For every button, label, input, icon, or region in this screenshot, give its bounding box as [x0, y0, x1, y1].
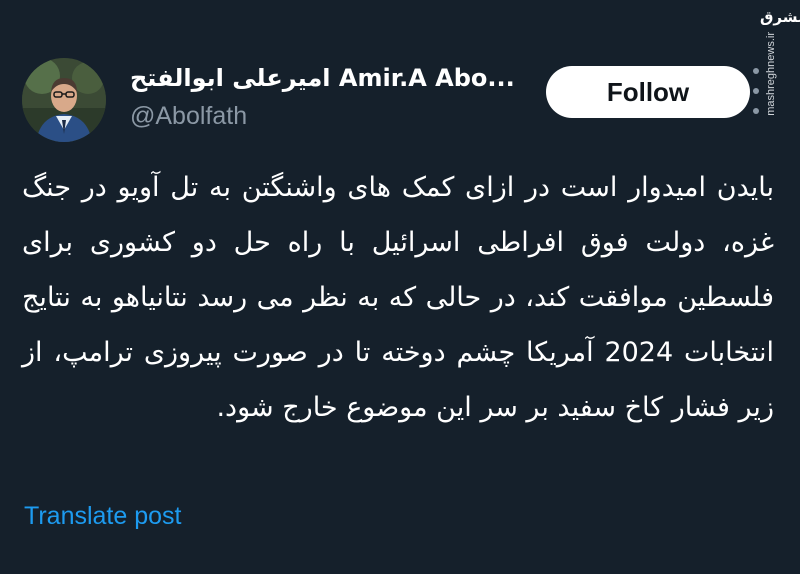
more-dot: [753, 68, 759, 74]
translate-post-link[interactable]: Translate post: [24, 502, 181, 531]
follow-button[interactable]: Follow: [546, 66, 750, 118]
more-dot: [753, 88, 759, 94]
avatar[interactable]: [22, 58, 106, 142]
display-name[interactable]: امیرعلی ابوالفتح Amir.A Abo...: [130, 64, 540, 92]
user-handle[interactable]: @Abolfath: [130, 102, 247, 131]
watermark-logo: مشرق: [760, 8, 800, 26]
tweet-text: بایدن امیدوار است در ازای کمک های واشنگت…: [22, 172, 774, 423]
more-options-icon[interactable]: [748, 68, 764, 114]
avatar-image: [22, 58, 106, 142]
watermark: مشرق mashreghnews.ir: [760, 8, 800, 128]
tweet-header: امیرعلی ابوالفتح Amir.A Abo... @Abolfath…: [22, 58, 750, 142]
watermark-url: mashreghnews.ir: [765, 32, 777, 116]
more-dot: [753, 108, 759, 114]
